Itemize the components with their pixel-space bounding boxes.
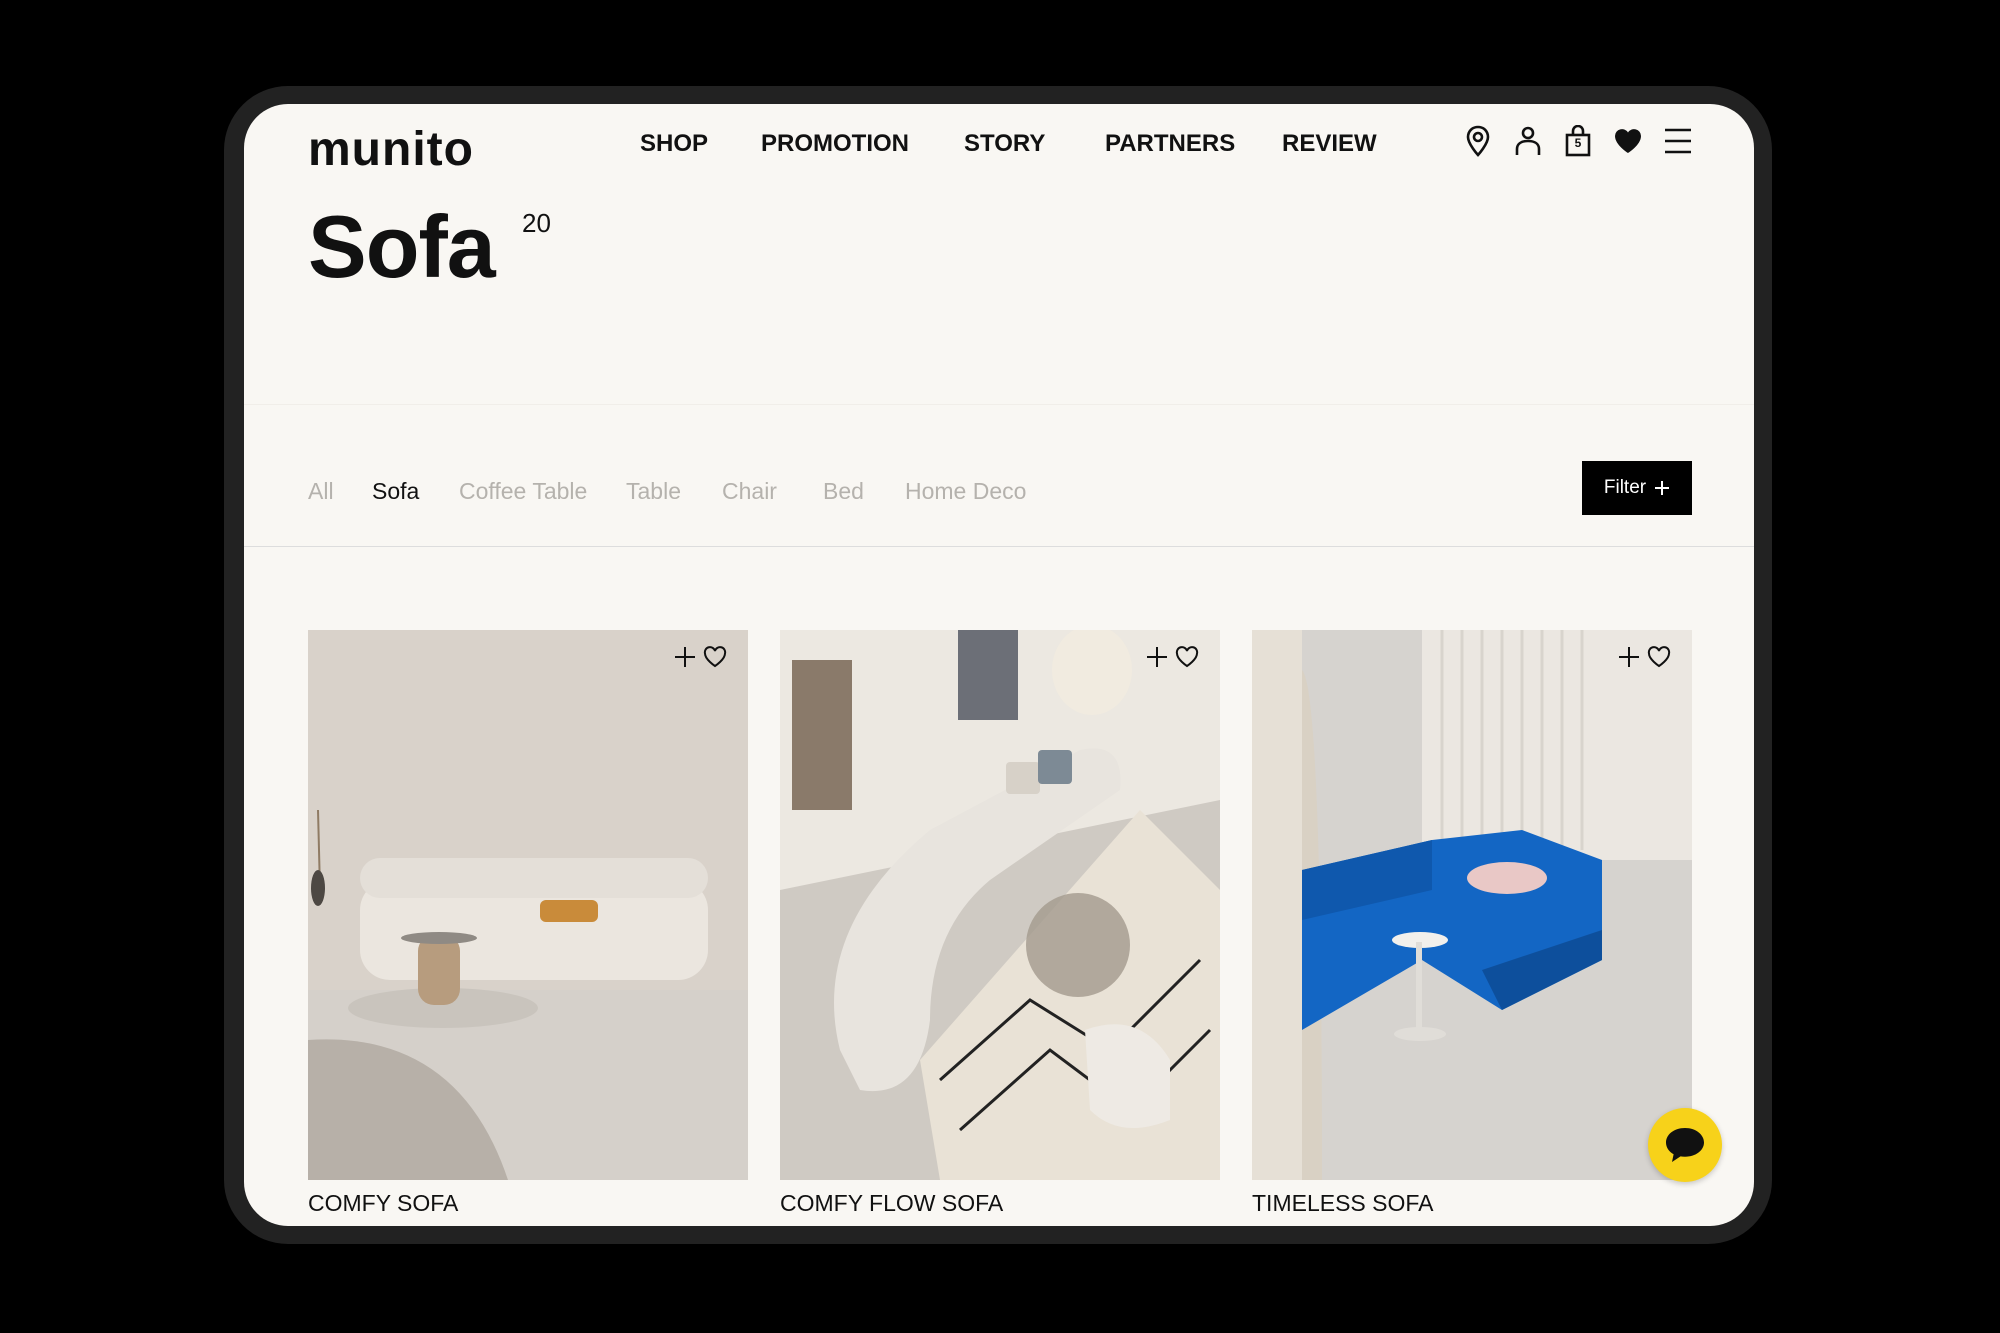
nav-partners[interactable]: PARTNERS [1105, 130, 1235, 158]
wishlist-heart-icon[interactable] [1646, 644, 1672, 670]
product-image[interactable] [1252, 630, 1692, 1180]
nav-shop[interactable]: SHOP [640, 130, 708, 158]
nav-promotion[interactable]: PROMOTION [761, 130, 909, 158]
plus-icon [1655, 481, 1670, 495]
chat-button[interactable] [1648, 1108, 1722, 1182]
filter-button[interactable]: Filter [1582, 461, 1692, 515]
location-pin-icon[interactable] [1462, 124, 1494, 158]
wishlist-heart-icon[interactable] [1174, 644, 1200, 670]
page-title: Sofa [308, 197, 496, 296]
add-to-cart-icon[interactable] [1144, 644, 1170, 670]
chat-bubble-icon [1666, 1128, 1704, 1162]
product-name[interactable]: COMFY SOFA [308, 1190, 458, 1217]
screen: munito SHOP PROMOTION STORY PARTNERS REV… [244, 104, 1754, 1226]
wishlist-heart-icon[interactable] [1612, 124, 1644, 158]
menu-icon[interactable] [1662, 124, 1694, 158]
tab-table[interactable]: Table [626, 478, 681, 505]
card-actions [1616, 644, 1672, 670]
product-image[interactable] [780, 630, 1220, 1180]
tab-all[interactable]: All [308, 478, 334, 505]
tab-home-deco[interactable]: Home Deco [905, 478, 1026, 505]
add-to-cart-icon[interactable] [672, 644, 698, 670]
cart-icon[interactable]: 5 [1562, 124, 1594, 158]
filter-label: Filter [1603, 477, 1647, 498]
tab-sofa[interactable]: Sofa [372, 478, 419, 505]
tab-coffee-table[interactable]: Coffee Table [459, 478, 587, 505]
wishlist-heart-icon[interactable] [702, 644, 728, 670]
nav-review[interactable]: REVIEW [1282, 130, 1377, 158]
add-to-cart-icon[interactable] [1616, 644, 1642, 670]
account-icon[interactable] [1512, 124, 1544, 158]
header-icons: 5 [1462, 124, 1694, 158]
product-count: 20 [522, 208, 551, 238]
cart-count-badge: 5 [1574, 136, 1582, 150]
product-name[interactable]: COMFY FLOW SOFA [780, 1190, 1003, 1217]
product-image[interactable] [308, 630, 748, 1180]
product-name[interactable]: TIMELESS SOFA [1252, 1190, 1434, 1217]
brand-logo[interactable]: munito [308, 122, 474, 177]
nav-story[interactable]: STORY [964, 130, 1045, 158]
card-actions [672, 644, 728, 670]
category-bar [244, 404, 1754, 547]
tab-chair[interactable]: Chair [722, 478, 777, 505]
tab-bed[interactable]: Bed [823, 478, 864, 505]
card-actions [1144, 644, 1200, 670]
